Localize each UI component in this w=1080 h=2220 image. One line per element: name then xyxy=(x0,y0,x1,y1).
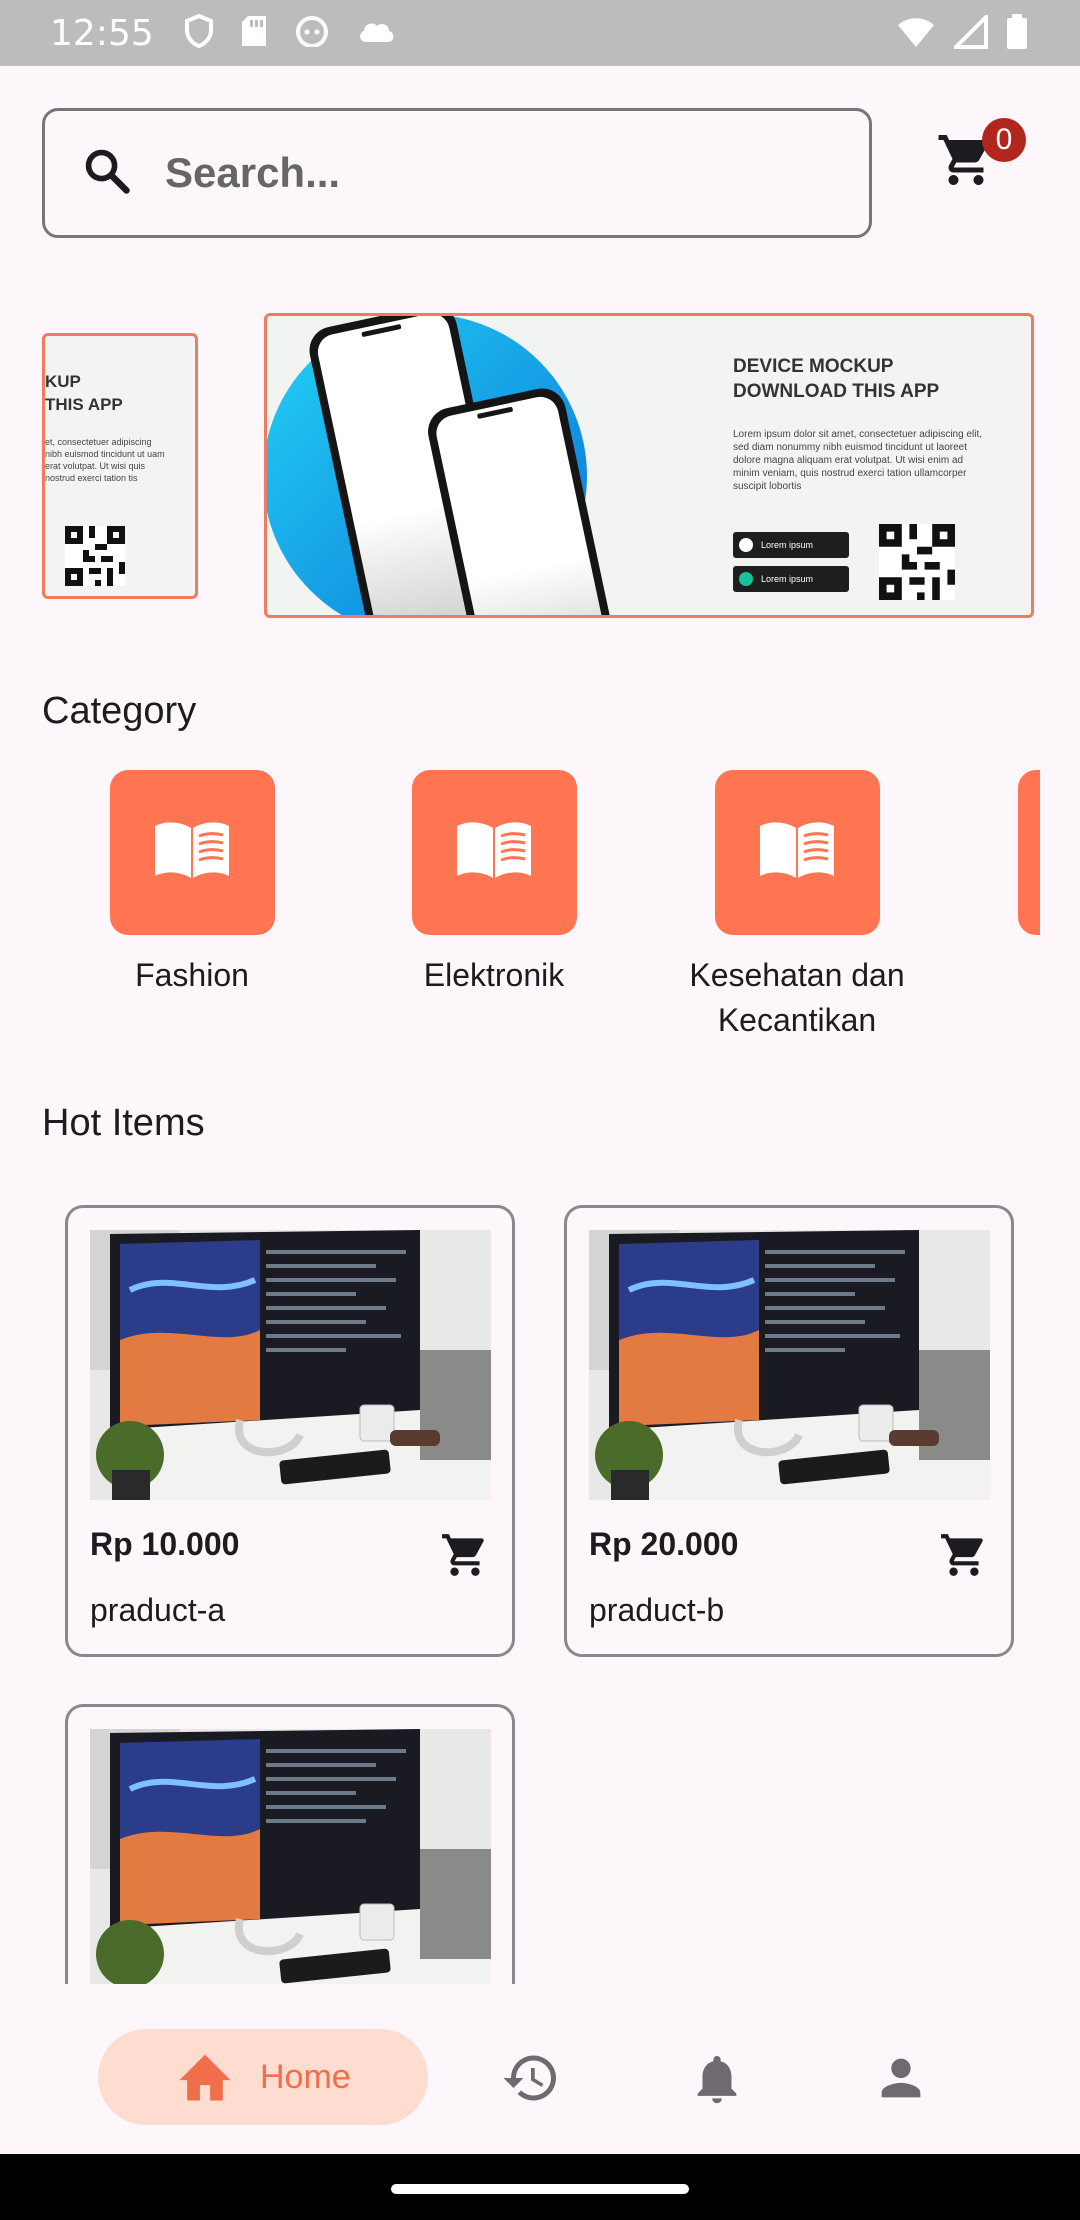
category-label: Elektronik xyxy=(423,957,565,993)
qr-code-icon xyxy=(879,524,955,605)
product-name: praduct-b xyxy=(589,1592,725,1628)
book-icon xyxy=(455,820,533,885)
android-icon xyxy=(294,15,330,51)
product-image xyxy=(90,1729,491,1994)
status-time: 12:55 xyxy=(50,12,154,54)
store-badge-2[interactable]: Lorem ipsum xyxy=(733,566,849,592)
product-card[interactable]: Rp 20.000 praduct-b xyxy=(564,1205,1014,1657)
nav-home-label: Home xyxy=(260,2057,351,2096)
category-heading: Category xyxy=(42,690,197,732)
cart-icon xyxy=(936,135,996,194)
history-icon xyxy=(500,2055,562,2112)
home-gesture-handle[interactable] xyxy=(391,2184,689,2194)
product-price: Rp 10.000 xyxy=(90,1526,240,1562)
add-to-cart-button[interactable] xyxy=(440,1530,490,1585)
banner-main[interactable]: DEVICE MOCKUP DOWNLOAD THIS APP Lorem ip… xyxy=(264,313,1034,618)
category-item-kesehatan[interactable]: Kesehatan dan Kecantikan xyxy=(667,770,927,1043)
store-badge-2-label: Lorem ipsum xyxy=(761,574,814,584)
add-to-cart-button[interactable] xyxy=(939,1530,989,1585)
product-card[interactable]: Rp 10.000 praduct-a xyxy=(65,1205,515,1657)
category-tile[interactable] xyxy=(714,770,880,935)
bell-icon xyxy=(688,2056,746,2114)
category-item-partial[interactable] xyxy=(1018,770,1040,935)
search-bar[interactable] xyxy=(42,108,872,238)
store-badge-1-label: Lorem ipsum xyxy=(761,540,814,550)
category-item-elektronik[interactable]: Elektronik xyxy=(364,770,624,998)
category-tile[interactable] xyxy=(411,770,577,935)
search-icon xyxy=(81,145,133,202)
banner-small-text: et, consectetuer adipiscing nibh euismod… xyxy=(45,437,165,483)
sd-card-icon xyxy=(240,14,268,52)
search-input[interactable] xyxy=(165,149,805,197)
product-name: praduct-a xyxy=(90,1592,226,1628)
cart-icon xyxy=(939,1534,989,1584)
status-right-icons xyxy=(896,12,1028,54)
phone-mockup-illustration xyxy=(267,316,667,615)
category-tile[interactable] xyxy=(109,770,275,935)
bottom-navigation: Home xyxy=(0,1984,1080,2154)
product-card[interactable] xyxy=(65,1704,515,1994)
book-icon xyxy=(153,820,231,885)
store-logo-icon xyxy=(739,538,753,552)
cart-count-badge: 0 xyxy=(982,118,1026,162)
shield-icon xyxy=(184,13,214,52)
product-image xyxy=(90,1230,491,1500)
product-price: Rp 20.000 xyxy=(589,1526,739,1562)
store-badge-1[interactable]: Lorem ipsum xyxy=(733,532,849,558)
nav-history[interactable] xyxy=(500,2048,562,2113)
wifi-icon xyxy=(896,15,936,53)
book-icon xyxy=(758,820,836,885)
nav-notifications[interactable] xyxy=(688,2048,746,2115)
nav-home[interactable]: Home xyxy=(98,2029,428,2125)
battery-icon xyxy=(1006,14,1028,54)
person-icon xyxy=(872,2058,930,2112)
banner-previous[interactable]: KUP THIS APP et, consectetuer adipiscing… xyxy=(42,333,198,599)
banner-small-title: KUP THIS APP xyxy=(45,372,123,414)
category-label: Fashion xyxy=(135,957,249,993)
hot-items-heading: Hot Items xyxy=(42,1102,205,1144)
signal-icon xyxy=(951,12,988,53)
nav-profile[interactable] xyxy=(872,2048,930,2113)
banner-main-text: Lorem ipsum dolor sit amet, consectetuer… xyxy=(733,429,983,492)
store-logo-icon xyxy=(739,572,753,586)
cart-icon xyxy=(440,1534,490,1584)
status-bar: 12:55 xyxy=(0,0,1080,66)
banner-main-title: DEVICE MOCKUP DOWNLOAD THIS APP xyxy=(733,356,940,402)
category-label: Kesehatan dan Kecantikan xyxy=(689,957,905,1038)
cloud-icon xyxy=(356,18,396,48)
qr-code-icon xyxy=(65,526,125,591)
home-icon xyxy=(174,2047,236,2108)
category-item-fashion[interactable]: Fashion xyxy=(62,770,322,998)
product-image xyxy=(589,1230,990,1500)
